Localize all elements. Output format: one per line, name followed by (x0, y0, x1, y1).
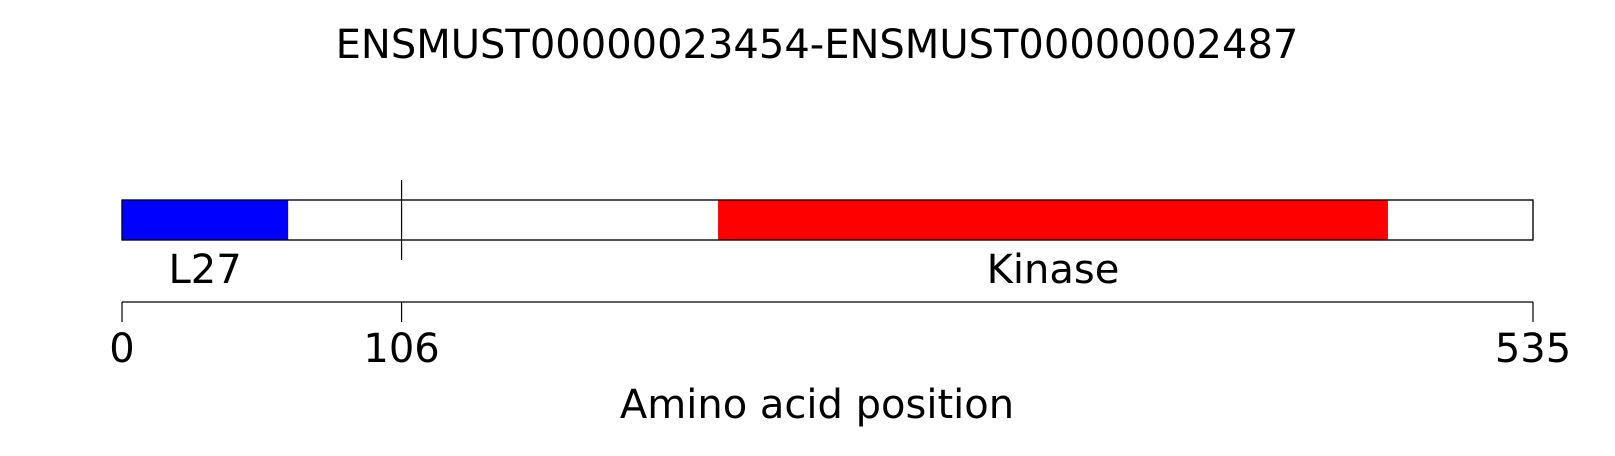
x-tick-label: 535 (1495, 326, 1571, 372)
chart-title: ENSMUST00000023454-ENSMUST00000002487 (336, 22, 1299, 68)
x-axis-ticks: 0 106 535 (109, 302, 1571, 372)
domain-l27-label: L27 (168, 247, 241, 293)
protein-domain-figure: ENSMUST00000023454-ENSMUST00000002487 L2… (0, 0, 1615, 452)
domain-l27-block (122, 200, 289, 240)
domain-kinase-label: Kinase (987, 247, 1120, 293)
x-tick-label: 0 (109, 326, 134, 372)
domain-kinase-block (718, 200, 1388, 240)
x-axis-label: Amino acid position (620, 382, 1014, 428)
x-tick-label: 106 (363, 326, 439, 372)
protein-domain-chart: ENSMUST00000023454-ENSMUST00000002487 L2… (109, 22, 1571, 428)
